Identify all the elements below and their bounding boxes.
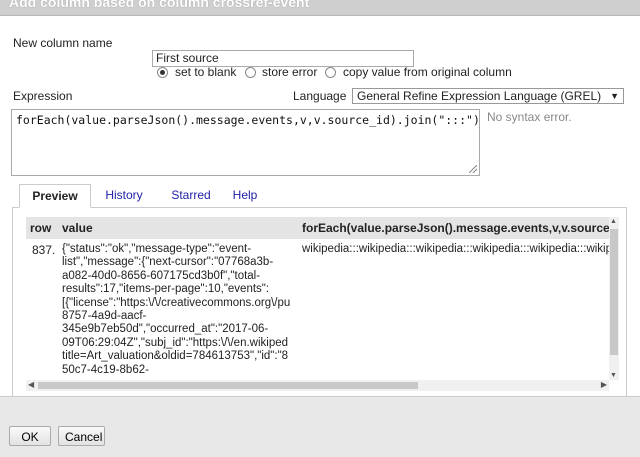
radio-copy-value[interactable] [325, 67, 336, 78]
value-line: title=Art_valuation&oldid=784613753","id… [62, 350, 289, 363]
preview-table-header: row value forEach(value.parseJson().mess… [26, 217, 609, 239]
expression-label: Expression [13, 89, 73, 103]
syntax-status: No syntax error. [487, 110, 572, 124]
row-result-cell: wikipedia:::wikipedia:::wikipedia:::wiki… [302, 243, 609, 255]
column-header-row: row [30, 221, 52, 235]
value-line: 50c7-4c19-8b62- [62, 363, 149, 376]
value-line: 8757-4a9d-aacf- [62, 310, 147, 323]
add-column-dialog: New column name First source set to blan… [0, 16, 640, 457]
expression-text: forEach(value.parseJson().message.events… [16, 113, 480, 127]
dialog-title-bar[interactable]: Add column based on column crossref-even… [0, 0, 640, 16]
preview-panel: row value forEach(value.parseJson().mess… [12, 207, 627, 397]
dropdown-arrow-icon: ▼ [610, 91, 619, 101]
radio-store-error[interactable] [245, 67, 256, 78]
vertical-scrollbar[interactable]: ▲ ▼ [609, 217, 619, 380]
preview-table: row value forEach(value.parseJson().mess… [26, 217, 609, 380]
new-column-name-label: New column name [13, 36, 113, 50]
value-line: 09T06:29:04Z","subj_id":"https:\/\/en.wi… [62, 336, 289, 349]
radio-store-error-label[interactable]: store error [262, 65, 317, 79]
value-line: {"status":"ok","message-type":"event- [62, 243, 252, 255]
vertical-scroll-thumb[interactable] [610, 229, 618, 355]
value-line: a082-40d0-8656-607175cd3b0f","total- [62, 269, 261, 282]
column-header-expression: forEach(value.parseJson().message.events… [302, 221, 609, 235]
value-line: list","message":{"next-cursor":"07768a3b… [62, 256, 274, 269]
radio-set-to-blank-label[interactable]: set to blank [175, 65, 236, 79]
scroll-down-icon[interactable]: ▼ [610, 372, 617, 379]
scroll-left-icon[interactable]: ◀ [28, 380, 34, 389]
tab-help[interactable]: Help [225, 184, 265, 208]
value-line: [{"license":"https:\/\/creativecommons.o… [62, 296, 291, 309]
horizontal-scrollbar[interactable]: ◀ ▶ [26, 380, 609, 391]
row-number: 837. [32, 243, 56, 257]
row-value-cell: {"status":"ok","message-type":"event- li… [62, 243, 296, 380]
dialog-footer: OK Cancel [0, 396, 640, 457]
scroll-right-icon[interactable]: ▶ [601, 380, 607, 389]
tab-starred[interactable]: Starred [163, 184, 219, 208]
dialog-title: Add column based on column crossref-even… [9, 0, 310, 10]
value-line: results":17,"items-per-page":10,"events"… [62, 283, 270, 296]
tab-history[interactable]: History [97, 184, 151, 208]
radio-copy-value-label[interactable]: copy value from original column [343, 65, 512, 79]
value-line: 345e9b7eb50d","occurred_at":"2017-06- [62, 323, 269, 336]
scroll-up-icon[interactable]: ▲ [610, 218, 617, 225]
resize-grip-icon[interactable] [469, 165, 477, 173]
language-select-value: General Refine Expression Language (GREL… [357, 89, 602, 103]
cancel-button[interactable]: Cancel [58, 426, 105, 446]
language-select[interactable]: General Refine Expression Language (GREL… [352, 88, 624, 104]
horizontal-scroll-thumb[interactable] [38, 382, 418, 389]
expression-textarea[interactable]: forEach(value.parseJson().message.events… [11, 109, 480, 176]
column-header-value: value [62, 221, 93, 235]
language-label: Language [293, 89, 347, 103]
tab-preview[interactable]: Preview [19, 184, 91, 208]
ok-button[interactable]: OK [9, 426, 51, 446]
radio-set-to-blank[interactable] [157, 67, 168, 78]
